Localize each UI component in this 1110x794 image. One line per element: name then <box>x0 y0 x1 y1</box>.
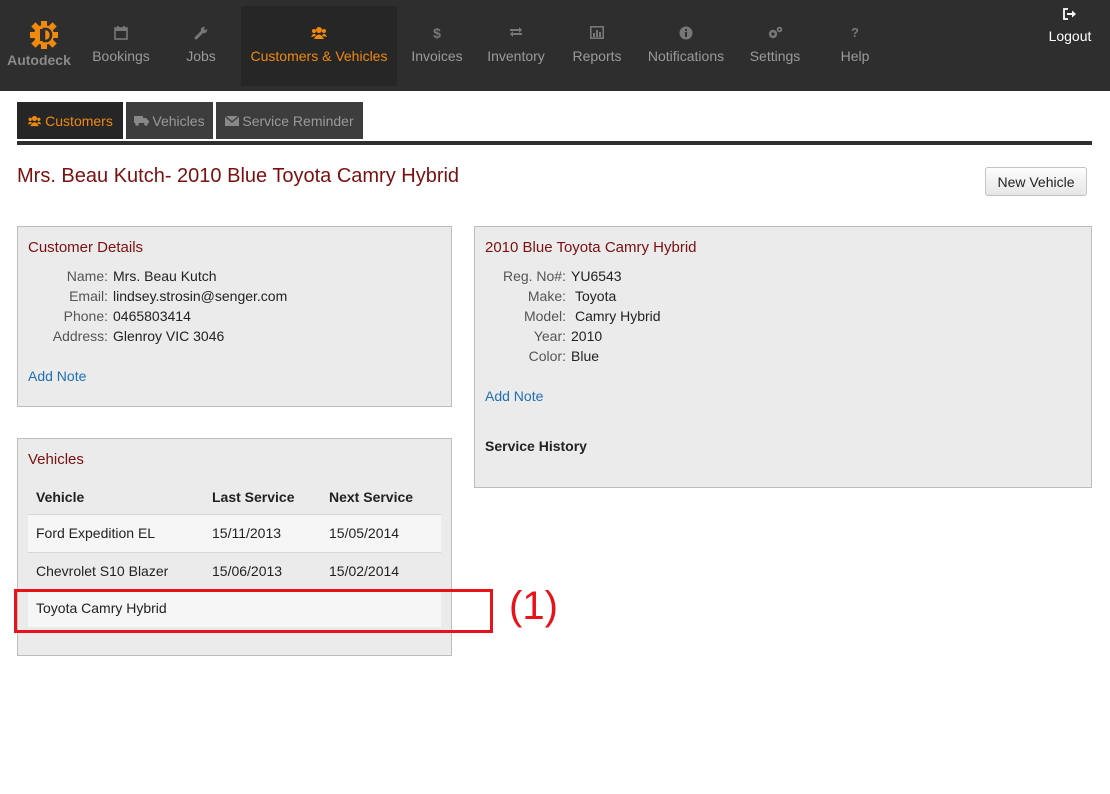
reg-no-label: Reg. No#: <box>502 268 566 284</box>
bar-chart-icon <box>566 26 628 42</box>
customer-address-label: Address: <box>52 328 108 344</box>
gear-logo-icon <box>30 21 58 49</box>
nav-customers-vehicles-label: Customers & Vehicles <box>250 48 388 64</box>
nav-settings-label: Settings <box>749 48 801 64</box>
tab-customers[interactable]: Customers <box>17 102 123 139</box>
customer-email-label: Email: <box>69 288 108 304</box>
customer-details-panel: Customer Details Name: Mrs. Beau Kutch E… <box>17 226 452 407</box>
nav-reports-label: Reports <box>572 48 622 64</box>
tab-service-reminder[interactable]: Service Reminder <box>216 102 363 139</box>
nav-notifications[interactable]: Notifications <box>644 6 728 86</box>
envelope-icon <box>225 115 240 126</box>
nav-invoices[interactable]: $ Invoices <box>406 6 468 86</box>
top-navigation-bar: Autodeck Bookings Jobs Customers & Vehic… <box>0 0 1110 91</box>
customer-add-note-link[interactable]: Add Note <box>28 368 86 384</box>
annotation-label: (1) <box>509 584 558 628</box>
table-row[interactable]: Ford Expedition EL 15/11/2013 15/05/2014 <box>28 515 441 552</box>
truck-icon <box>134 116 150 126</box>
autodeck-logo[interactable]: Autodeck <box>0 0 78 91</box>
row-vehicle: Ford Expedition EL <box>36 525 156 541</box>
header-vehicle: Vehicle <box>36 489 85 505</box>
customer-phone-label: Phone: <box>63 308 108 324</box>
customer-name-label: Name: <box>66 268 108 284</box>
logout-label: Logout <box>1048 28 1092 44</box>
wrench-icon <box>170 26 232 42</box>
app-name: Autodeck <box>7 52 71 68</box>
logout-button[interactable]: Logout <box>1040 8 1100 44</box>
header-last-service: Last Service <box>212 489 295 505</box>
vehicles-panel-title: Vehicles <box>28 451 84 468</box>
nav-jobs[interactable]: Jobs <box>170 6 232 86</box>
tab-vehicles[interactable]: Vehicles <box>126 102 213 139</box>
cogs-icon <box>744 26 806 42</box>
model: Camry Hybrid <box>575 308 661 324</box>
nav-customers-vehicles[interactable]: Customers & Vehicles <box>241 6 397 86</box>
nav-bookings-label: Bookings <box>92 48 150 64</box>
model-label: Model: <box>523 308 566 324</box>
customer-phone: 0465803414 <box>113 308 191 324</box>
question-icon: ? <box>851 25 859 40</box>
calendar-icon <box>84 26 158 42</box>
nav-invoices-label: Invoices <box>411 48 463 64</box>
color-label: Color: <box>528 348 566 364</box>
nav-bookings[interactable]: Bookings <box>84 6 158 86</box>
row-last-service: 15/06/2013 <box>212 563 283 579</box>
nav-reports[interactable]: Reports <box>566 6 628 86</box>
nav-settings[interactable]: Settings <box>744 6 806 86</box>
year-label: Year: <box>533 328 566 344</box>
reg-no: YU6543 <box>571 268 622 284</box>
customer-address: Glenroy VIC 3046 <box>113 328 225 344</box>
year: 2010 <box>571 328 603 344</box>
dollar-icon: $ <box>433 25 441 41</box>
new-vehicle-button[interactable]: New Vehicle <box>985 167 1087 196</box>
row-next-service: 15/05/2014 <box>329 525 400 541</box>
header-next-service: Next Service <box>329 489 414 505</box>
nav-help-label: Help <box>840 48 870 64</box>
table-row[interactable]: Chevrolet S10 Blazer 15/06/2013 15/02/20… <box>28 553 441 590</box>
tab-vehicles-label: Vehicles <box>152 112 205 129</box>
service-history-heading: Service History <box>485 438 587 454</box>
nav-inventory-label: Inventory <box>487 48 545 64</box>
nav-help[interactable]: ? Help <box>826 6 884 86</box>
tab-underline <box>17 141 1092 145</box>
tab-service-reminder-label: Service Reminder <box>242 112 354 129</box>
row-vehicle: Chevrolet S10 Blazer <box>36 563 169 579</box>
make: Toyota <box>575 288 617 304</box>
annotation-highlight-box <box>14 589 493 633</box>
customer-name: Mrs. Beau Kutch <box>113 268 217 284</box>
row-next-service: 15/02/2014 <box>329 563 400 579</box>
row-last-service: 15/11/2013 <box>212 525 282 541</box>
vehicle-details-title: 2010 Blue Toyota Camry Hybrid <box>485 239 697 256</box>
info-icon <box>644 26 728 42</box>
customer-details-title: Customer Details <box>28 239 144 256</box>
users-icon <box>27 115 42 126</box>
color: Blue <box>571 348 600 364</box>
make-label: Make: <box>527 288 566 304</box>
nav-inventory[interactable]: Inventory <box>480 6 552 86</box>
page-title: Mrs. Beau Kutch- 2010 Blue Toyota Camry … <box>17 165 460 187</box>
vehicle-add-note-link[interactable]: Add Note <box>485 388 543 404</box>
retweet-icon <box>480 26 552 42</box>
customer-email: lindsey.strosin@senger.com <box>113 288 288 304</box>
nav-jobs-label: Jobs <box>186 48 216 64</box>
vehicle-details-panel: 2010 Blue Toyota Camry Hybrid Reg. No#: … <box>474 226 1092 488</box>
sign-out-icon <box>1040 8 1100 22</box>
nav-notifications-label: Notifications <box>647 48 725 64</box>
users-icon <box>241 26 397 42</box>
tab-customers-label: Customers <box>45 112 113 129</box>
